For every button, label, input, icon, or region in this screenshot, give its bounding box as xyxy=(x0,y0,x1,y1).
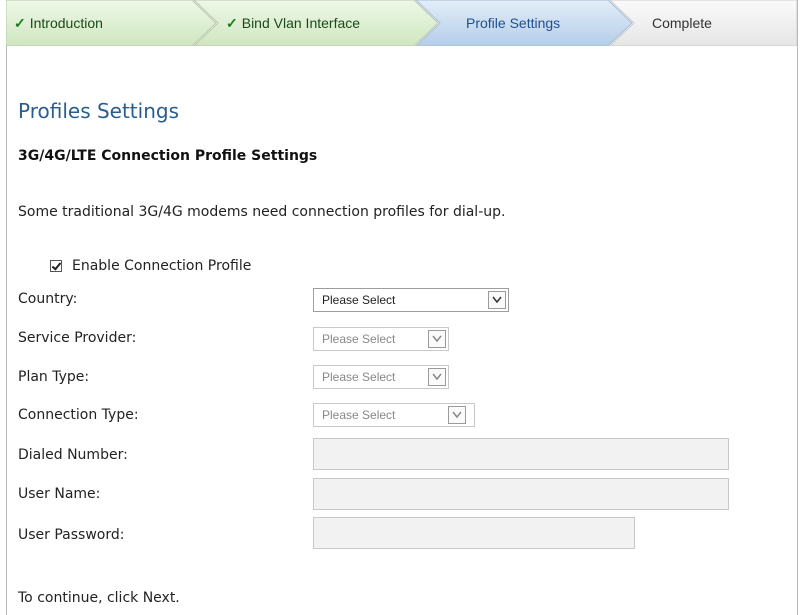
user-password-label: User Password: xyxy=(18,527,125,543)
user-password-field[interactable] xyxy=(313,517,635,549)
plan-type-label: Plan Type: xyxy=(18,369,90,385)
enable-connection-profile-checkbox[interactable] xyxy=(50,260,62,272)
connection-type-label: Connection Type: xyxy=(18,407,139,423)
content-area: Profiles Settings 3G/4G/LTE Connection P… xyxy=(0,0,800,615)
user-name-label: User Name: xyxy=(18,486,101,502)
dialed-number-field[interactable] xyxy=(313,438,729,470)
connection-type-select[interactable]: Please Select xyxy=(313,403,475,427)
chevron-down-icon[interactable] xyxy=(428,330,446,348)
service-provider-label: Service Provider: xyxy=(18,330,137,346)
enable-connection-profile[interactable]: Enable Connection Profile xyxy=(50,258,251,274)
chevron-down-icon[interactable] xyxy=(428,368,446,386)
enable-connection-profile-label: Enable Connection Profile xyxy=(72,258,252,274)
service-provider-select[interactable]: Please Select xyxy=(313,327,449,351)
footer-instruction: To continue, click Next. xyxy=(18,590,180,606)
description-text: Some traditional 3G/4G modems need conne… xyxy=(18,204,506,220)
page-title: Profiles Settings xyxy=(18,99,179,123)
chevron-down-icon[interactable] xyxy=(448,406,466,424)
chevron-down-icon[interactable] xyxy=(488,291,506,309)
plan-type-select[interactable]: Please Select xyxy=(313,365,449,389)
section-title: 3G/4G/LTE Connection Profile Settings xyxy=(18,148,318,164)
dialed-number-label: Dialed Number: xyxy=(18,447,128,463)
country-label: Country: xyxy=(18,291,78,307)
user-name-field[interactable] xyxy=(313,478,729,510)
country-select[interactable]: Please Select xyxy=(313,288,509,312)
